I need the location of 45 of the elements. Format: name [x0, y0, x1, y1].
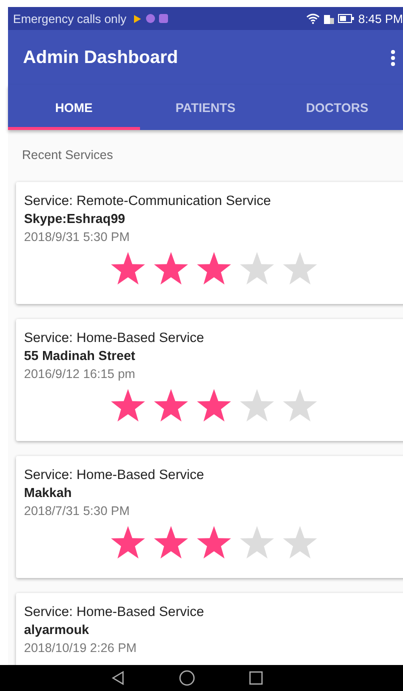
- star-icon: [238, 389, 274, 423]
- battery-icon: [338, 14, 354, 23]
- app-title: Admin Dashboard: [23, 47, 178, 68]
- star-icon: [238, 252, 274, 286]
- star-icon: [282, 252, 318, 286]
- clock-text: 8:45 PM: [358, 12, 403, 26]
- star-icon: [282, 389, 318, 423]
- menu-icon[interactable]: [391, 50, 395, 66]
- service-location: alyarmouk: [24, 621, 90, 639]
- star-icon: [152, 526, 188, 560]
- service-date: 2016/9/12 16:15 pm: [24, 366, 136, 383]
- star-icon: [152, 252, 188, 286]
- star-icon: [196, 526, 232, 560]
- star-icon: [110, 526, 146, 560]
- service-location: Skype:Eshraq99: [24, 210, 126, 228]
- service-card[interactable]: Service: Remote-Communication Service Skype:Eshraq99 2018/9/31 5:30 PM: [16, 182, 403, 304]
- wifi-icon: [306, 13, 320, 24]
- service-location: Makkah: [24, 484, 73, 502]
- star-icon: [238, 526, 274, 560]
- star-icon: [110, 252, 146, 286]
- service-type: Service: Home-Based Service: [24, 603, 206, 621]
- tab[interactable]: PATIENTS: [140, 85, 272, 130]
- star-icon: [196, 389, 232, 423]
- service-type: Service: Home-Based Service: [24, 466, 206, 484]
- star-icon: [152, 389, 188, 423]
- back-icon[interactable]: [110, 671, 124, 685]
- service-card[interactable]: Service: Home-Based Service 55 Madinah Street 2016/9/12 16:15 pm: [16, 319, 403, 441]
- tab[interactable]: DOCTORS: [271, 85, 403, 130]
- service-card[interactable]: Service: Home-Based Service alyarmouk 2018/10/19 2:26 PM: [16, 593, 403, 665]
- service-card[interactable]: Service: Home-Based Service Makkah 2018/7/31 5:30 PM: [16, 456, 403, 578]
- service-type: Service: Remote-Communication Service: [24, 192, 272, 210]
- service-type: Service: Home-Based Service: [24, 329, 206, 347]
- home-icon[interactable]: [178, 670, 194, 686]
- status-text: Emergency calls only: [13, 12, 126, 26]
- service-date: 2018/9/31 5:30 PM: [24, 229, 131, 246]
- service-date: 2018/7/31 5:30 PM: [24, 503, 131, 520]
- star-icon: [196, 252, 232, 286]
- star-icon: [282, 526, 318, 560]
- section-title: Recent Services: [21, 147, 114, 164]
- service-location: 55 Madinah Street: [24, 347, 136, 365]
- recents-icon[interactable]: [248, 671, 262, 685]
- service-date: 2018/10/19 2:26 PM: [24, 640, 138, 657]
- star-icon: [110, 389, 146, 423]
- phone-icon: [324, 13, 334, 24]
- notification-icon: [132, 14, 142, 24]
